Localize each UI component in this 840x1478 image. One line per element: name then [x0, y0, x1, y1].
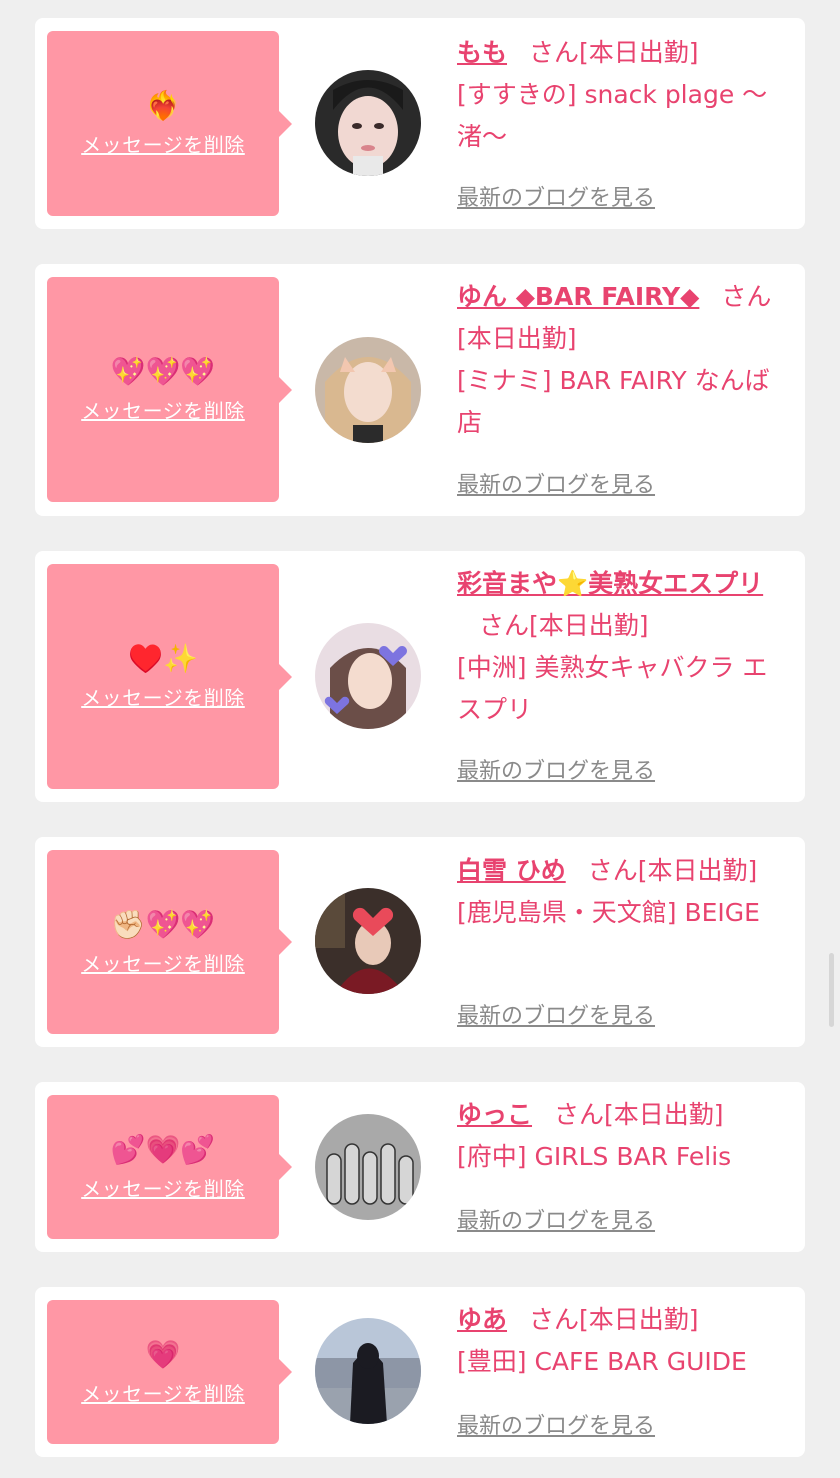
message-emoji: 💗	[145, 1337, 181, 1371]
cast-info: ゆん ◆BAR FAIRY◆ さん[本日出勤] [ミナミ] BAR FAIRY な…	[457, 276, 792, 444]
cast-name-link[interactable]: ゆん ◆BAR FAIRY◆	[457, 282, 699, 311]
avatar[interactable]	[315, 1318, 421, 1424]
delete-message-link[interactable]: メッセージを削除	[81, 395, 245, 424]
list-item: 💕💗💕 メッセージを削除 ゆっこ さん[本日出勤] [府中] GIRLS BAR …	[35, 1082, 805, 1252]
cast-name-link[interactable]: もも	[457, 38, 507, 67]
delete-message-link[interactable]: メッセージを削除	[81, 948, 245, 977]
attendance-label: さん[本日出勤]	[587, 856, 758, 885]
shop-label: [府中] GIRLS BAR Felis	[457, 1142, 732, 1171]
message-bubble: 💗 メッセージを削除	[47, 1300, 292, 1444]
message-bubble: ❤️‍🔥 メッセージを削除	[47, 31, 292, 216]
shop-label: [ミナミ] BAR FAIRY なんば店	[457, 366, 770, 437]
message-bubble: 💖💖💖 メッセージを削除	[47, 277, 292, 502]
message-bubble: 💕💗💕 メッセージを削除	[47, 1095, 292, 1239]
delete-message-link[interactable]: メッセージを削除	[81, 1378, 245, 1407]
cast-info: もも さん[本日出勤] [すすきの] snack plage 〜渚〜	[457, 32, 792, 158]
message-emoji: ♥️✨	[128, 642, 198, 675]
shop-label: [豊田] CAFE BAR GUIDE	[457, 1347, 747, 1376]
cast-name-link[interactable]: 彩音まや⭐美熟女エスプリ	[457, 569, 763, 598]
attendance-label: さん[本日出勤]	[529, 38, 699, 67]
cast-name-link[interactable]: ゆっこ	[457, 1100, 532, 1129]
message-bubble: ♥️✨ メッセージを削除	[47, 564, 292, 789]
avatar[interactable]	[315, 888, 421, 994]
cast-info: ゆあ さん[本日出勤] [豊田] CAFE BAR GUIDE	[457, 1299, 792, 1383]
list-item: ✊🏻💖💖 メッセージを削除 白雪 ひめ さん[本日出勤] [鹿児島県・天文館] B…	[35, 837, 805, 1047]
shop-label: [すすきの] snack plage 〜渚〜	[457, 80, 768, 151]
avatar[interactable]	[315, 1114, 421, 1220]
message-emoji: 💕💗💕	[110, 1132, 216, 1166]
cast-info: 白雪 ひめ さん[本日出勤] [鹿児島県・天文館] BEIGE	[457, 850, 792, 934]
delete-message-link[interactable]: メッセージを削除	[81, 1173, 245, 1202]
avatar[interactable]	[315, 623, 421, 729]
message-emoji: 💖💖💖	[110, 355, 216, 388]
list-item: 💖💖💖 メッセージを削除 ゆん ◆BAR FAIRY◆ さん[本日出勤] [ミナミ…	[35, 264, 805, 516]
message-emoji: ❤️‍🔥	[145, 89, 181, 122]
view-blog-link[interactable]: 最新のブログを見る	[457, 753, 655, 785]
attendance-label: さん[本日出勤]	[479, 611, 649, 640]
delete-message-link[interactable]: メッセージを削除	[81, 129, 245, 158]
view-blog-link[interactable]: 最新のブログを見る	[457, 467, 655, 499]
scrollbar[interactable]	[829, 953, 834, 1027]
list-item: 💗 メッセージを削除 ゆあ さん[本日出勤] [豊田] CAFE BAR GUID…	[35, 1287, 805, 1457]
attendance-label: さん[本日出勤]	[554, 1100, 724, 1129]
cast-name-link[interactable]: 白雪 ひめ	[457, 856, 566, 885]
view-blog-link[interactable]: 最新のブログを見る	[457, 998, 655, 1030]
view-blog-link[interactable]: 最新のブログを見る	[457, 1203, 655, 1235]
shop-label: [中洲] 美熟女キャバクラ エスプリ	[457, 653, 768, 724]
avatar[interactable]	[315, 70, 421, 176]
message-emoji: ✊🏻💖💖	[110, 907, 216, 941]
list-item: ♥️✨ メッセージを削除 彩音まや⭐美熟女エスプリさん[本日出勤] [中洲] 美…	[35, 551, 805, 802]
attendance-label: さん[本日出勤]	[529, 1305, 699, 1334]
shop-label: [鹿児島県・天文館] BEIGE	[457, 898, 760, 927]
cast-info: ゆっこ さん[本日出勤] [府中] GIRLS BAR Felis	[457, 1094, 792, 1178]
view-blog-link[interactable]: 最新のブログを見る	[457, 1408, 655, 1440]
avatar[interactable]	[315, 337, 421, 443]
delete-message-link[interactable]: メッセージを削除	[81, 682, 245, 711]
view-blog-link[interactable]: 最新のブログを見る	[457, 180, 655, 212]
cast-info: 彩音まや⭐美熟女エスプリさん[本日出勤] [中洲] 美熟女キャバクラ エスプリ	[457, 563, 792, 731]
cast-name-link[interactable]: ゆあ	[457, 1305, 507, 1334]
list-item: ❤️‍🔥 メッセージを削除 もも さん[本日出勤] [すすきの] snack pl…	[35, 18, 805, 229]
message-bubble: ✊🏻💖💖 メッセージを削除	[47, 850, 292, 1034]
